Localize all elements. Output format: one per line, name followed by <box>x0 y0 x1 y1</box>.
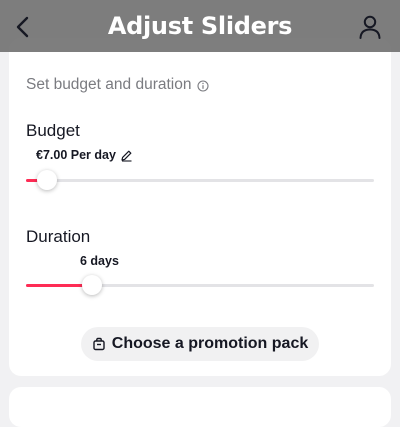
header-overlay: Adjust Sliders <box>0 0 400 52</box>
section-heading: Set budget and duration <box>26 76 210 94</box>
next-card <box>9 387 391 427</box>
choose-promotion-pack-button[interactable]: Choose a promotion pack <box>81 327 319 361</box>
promotion-button-label: Choose a promotion pack <box>111 335 309 352</box>
budget-value-text: €7.00 Per day <box>36 148 116 162</box>
info-icon[interactable] <box>197 79 210 92</box>
package-icon <box>92 337 106 351</box>
pencil-icon[interactable] <box>120 149 133 162</box>
duration-slider-track[interactable] <box>26 275 374 295</box>
budget-label: Budget <box>26 121 80 140</box>
budget-slider-thumb[interactable] <box>36 170 57 190</box>
budget-slider-track[interactable] <box>26 170 374 190</box>
budget-value[interactable]: €7.00 Per day <box>36 148 133 162</box>
duration-slider-thumb[interactable] <box>82 275 103 295</box>
user-icon[interactable] <box>358 14 382 40</box>
duration-label: Duration <box>26 227 91 246</box>
page: Set budget and duration Budget €7.00 Per… <box>0 0 400 427</box>
section-title: Set budget and duration <box>26 76 192 93</box>
duration-value: 6 days <box>80 254 119 268</box>
page-title: Adjust Sliders <box>107 12 293 40</box>
duration-value-text: 6 days <box>80 254 119 268</box>
